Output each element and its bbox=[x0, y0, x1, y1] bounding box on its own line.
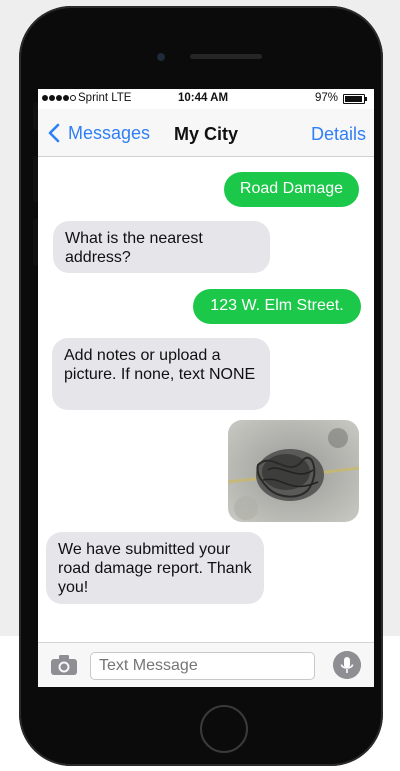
message-composer bbox=[38, 642, 374, 687]
navigation-bar: Messages My City Details bbox=[38, 109, 374, 157]
battery-icon bbox=[343, 94, 365, 104]
battery-fill bbox=[345, 96, 363, 102]
status-bar: Sprint LTE 10:44 AM 97% bbox=[38, 89, 374, 109]
microphone-icon[interactable] bbox=[333, 651, 361, 679]
road-damage-photo[interactable] bbox=[228, 420, 359, 522]
battery-percentage: 97% bbox=[315, 92, 339, 104]
road-damage-photo-icon bbox=[228, 420, 359, 522]
home-button[interactable] bbox=[200, 705, 248, 753]
status-time: 10:44 AM bbox=[178, 92, 229, 104]
message-bubble-incoming[interactable]: What is the nearest address? bbox=[53, 221, 270, 273]
camera-icon[interactable] bbox=[50, 654, 78, 676]
message-input[interactable] bbox=[90, 652, 315, 680]
speaker-grille bbox=[190, 54, 262, 59]
message-bubble-outgoing[interactable]: Road Damage bbox=[224, 172, 359, 207]
carrier-label: Sprint LTE bbox=[78, 92, 132, 104]
details-button[interactable]: Details bbox=[311, 124, 366, 145]
front-camera-icon bbox=[157, 53, 165, 61]
phone-screen: Sprint LTE 10:44 AM 97% Messages My City… bbox=[38, 89, 374, 687]
message-bubble-incoming[interactable]: We have submitted your road damage repor… bbox=[46, 532, 264, 604]
signal-strength-icon bbox=[42, 95, 76, 101]
message-bubble-outgoing[interactable]: 123 W. Elm Street. bbox=[193, 289, 361, 324]
message-bubble-incoming[interactable]: Add notes or upload a picture. If none, … bbox=[52, 338, 270, 410]
battery-tip bbox=[365, 97, 367, 101]
